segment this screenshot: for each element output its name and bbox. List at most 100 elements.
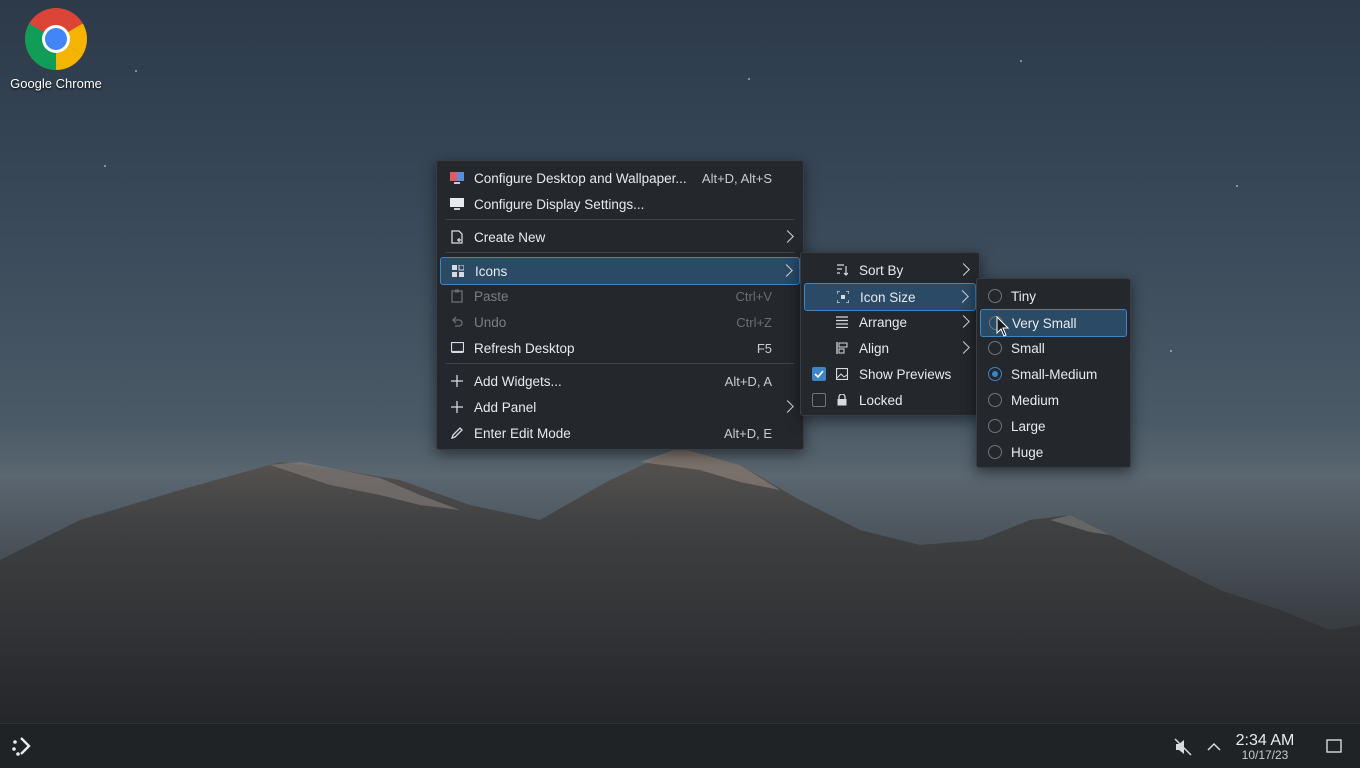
chevron-right-icon — [957, 315, 970, 328]
menu-separator — [446, 252, 794, 253]
size-option-label: Tiny — [1011, 288, 1037, 304]
menu-item-shortcut: Alt+D, A — [724, 373, 772, 389]
chevron-up-icon — [1207, 742, 1221, 751]
new-file-icon — [449, 229, 465, 245]
show-desktop-icon — [1326, 739, 1342, 753]
chevron-right-icon — [781, 230, 794, 243]
size-option-label: Very Small — [1012, 315, 1077, 331]
size-option-label: Medium — [1011, 392, 1060, 408]
menu-item-label: Align — [859, 340, 890, 356]
menu-item-arrange[interactable]: Arrange — [804, 309, 976, 335]
menu-item-label: Icon Size — [860, 289, 916, 305]
icon-size-icon — [835, 289, 851, 305]
size-option-medium[interactable]: Medium — [980, 387, 1127, 413]
menu-item-paste[interactable]: Paste Ctrl+V — [440, 283, 800, 309]
lock-icon — [834, 392, 850, 408]
radio-button[interactable] — [988, 393, 1002, 407]
undo-icon — [449, 314, 465, 330]
refresh-icon — [449, 340, 465, 356]
menu-item-label: Sort By — [859, 262, 904, 278]
size-option-small-medium[interactable]: Small-Medium — [980, 361, 1127, 387]
menu-item-refresh-desktop[interactable]: Refresh Desktop F5 — [440, 335, 800, 361]
chevron-right-icon — [957, 263, 970, 276]
size-option-label: Huge — [1011, 444, 1044, 460]
menu-item-label: Show Previews — [859, 366, 952, 382]
icons-grid-icon — [450, 263, 466, 279]
sort-icon — [834, 262, 850, 278]
menu-item-create-new[interactable]: Create New — [440, 224, 800, 250]
launcher-icon — [12, 737, 31, 756]
menu-item-label: Undo — [474, 314, 507, 330]
menu-item-label: Locked — [859, 392, 903, 408]
arrange-icon — [834, 314, 850, 330]
menu-item-undo[interactable]: Undo Ctrl+Z — [440, 309, 800, 335]
size-option-label: Small-Medium — [1011, 366, 1098, 382]
menu-item-add-panel[interactable]: Add Panel — [440, 394, 800, 420]
desktop-context-menu: Configure Desktop and Wallpaper... Alt+D… — [436, 160, 804, 450]
image-icon — [834, 366, 850, 382]
locked-checkbox[interactable] — [812, 393, 826, 407]
paste-icon — [449, 288, 465, 304]
menu-item-label: Paste — [474, 288, 509, 304]
menu-item-sort-by[interactable]: Sort By — [804, 257, 976, 283]
size-option-tiny[interactable]: Tiny — [980, 283, 1127, 309]
menu-item-shortcut: Alt+D, Alt+S — [701, 170, 772, 186]
menu-item-shortcut: Alt+D, E — [723, 425, 772, 441]
menu-item-icons[interactable]: Icons — [440, 257, 800, 285]
menu-item-shortcut: Ctrl+Z — [736, 314, 772, 330]
menu-separator — [446, 363, 794, 364]
desktop-icon-chrome[interactable]: Google Chrome — [4, 6, 108, 91]
radio-button[interactable] — [988, 341, 1002, 355]
menu-item-label: Configure Display Settings... — [474, 196, 645, 212]
size-option-huge[interactable]: Huge — [980, 439, 1127, 465]
size-option-large[interactable]: Large — [980, 413, 1127, 439]
radio-button[interactable] — [988, 445, 1002, 459]
menu-item-icon-size[interactable]: Icon Size — [804, 283, 976, 311]
show-previews-checkbox[interactable] — [812, 367, 826, 381]
menu-item-add-widgets[interactable]: Add Widgets... Alt+D, A — [440, 368, 800, 394]
system-tray-expand-button[interactable] — [1204, 736, 1224, 758]
menu-item-label: Arrange — [859, 314, 908, 330]
menu-item-label: Configure Desktop and Wallpaper... — [474, 170, 687, 186]
align-icon — [834, 340, 850, 356]
radio-button[interactable] — [988, 419, 1002, 433]
menu-item-configure-display[interactable]: Configure Display Settings... — [440, 191, 800, 217]
size-option-label: Small — [1011, 340, 1045, 356]
menu-separator — [446, 219, 794, 220]
volume-muted-button[interactable] — [1172, 736, 1194, 758]
menu-item-shortcut: F5 — [756, 340, 772, 356]
size-option-label: Large — [1011, 418, 1046, 434]
radio-button[interactable] — [988, 289, 1002, 303]
clock-date: 10/17/23 — [1241, 748, 1289, 762]
menu-item-label: Create New — [474, 229, 546, 245]
chevron-right-icon — [781, 400, 794, 413]
menu-item-locked[interactable]: Locked — [804, 387, 976, 413]
icon-size-submenu: Tiny Very Small Small Small-Medium Mediu… — [976, 278, 1131, 468]
taskbar: 2:34 AM 10/17/23 — [0, 723, 1360, 768]
menu-item-label: Refresh Desktop — [474, 340, 575, 356]
menu-item-shortcut: Ctrl+V — [735, 288, 772, 304]
menu-item-label: Icons — [475, 263, 508, 279]
menu-item-show-previews[interactable]: Show Previews — [804, 361, 976, 387]
pencil-icon — [449, 425, 465, 441]
desktop-icon-label: Google Chrome — [10, 76, 102, 91]
radio-button[interactable] — [988, 367, 1002, 381]
menu-item-label: Add Widgets... — [474, 373, 562, 389]
display-icon — [449, 196, 465, 212]
desktop-config-icon — [449, 170, 465, 186]
chevron-right-icon — [780, 264, 793, 277]
chevron-right-icon — [956, 290, 969, 303]
menu-item-label: Enter Edit Mode — [474, 425, 571, 441]
plus-icon — [449, 373, 465, 389]
volume-muted-icon — [1174, 738, 1192, 756]
plus-icon — [449, 399, 465, 415]
chrome-icon — [23, 6, 89, 72]
show-desktop-button[interactable] — [1324, 736, 1344, 756]
application-launcher-button[interactable] — [6, 730, 38, 762]
icons-submenu: Sort By Icon Size Arrange Align Show Pre… — [800, 252, 980, 416]
menu-item-align[interactable]: Align — [804, 335, 976, 361]
menu-item-label: Add Panel — [474, 399, 537, 415]
menu-item-enter-edit-mode[interactable]: Enter Edit Mode Alt+D, E — [440, 420, 800, 446]
size-option-small[interactable]: Small — [980, 335, 1127, 361]
menu-item-configure-desktop[interactable]: Configure Desktop and Wallpaper... Alt+D… — [440, 165, 800, 191]
